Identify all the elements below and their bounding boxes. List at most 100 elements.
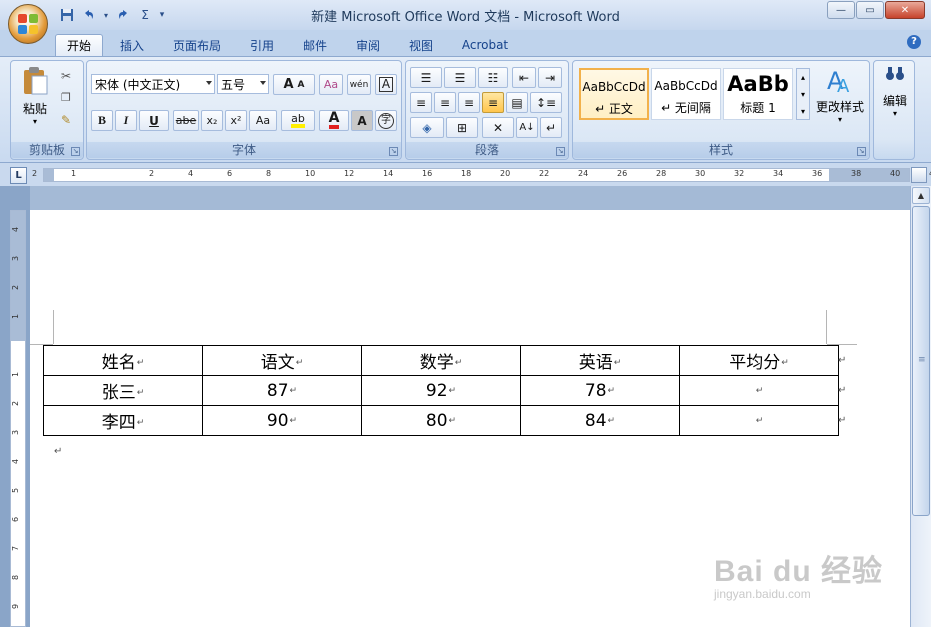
table-cell[interactable]: ↵ (679, 375, 839, 406)
format-painter-icon[interactable]: ✎ (61, 113, 71, 127)
styles-group-label: 样式 (573, 142, 869, 158)
style-heading-1[interactable]: AaBb 标题 1 (723, 68, 793, 120)
tab-selector[interactable]: L (10, 167, 27, 184)
tab-home[interactable]: 开始 (55, 34, 103, 56)
grip-icon: ≡ (918, 355, 926, 365)
shading-button[interactable]: ◈ (410, 117, 444, 138)
justify-button[interactable]: ≡ (482, 92, 504, 113)
paste-button[interactable]: 粘贴 ▾ (17, 65, 53, 131)
table-cell[interactable]: ↵ (679, 405, 839, 436)
ruler-number: 12 (344, 169, 355, 178)
change-case-button[interactable]: Aa (249, 110, 277, 131)
ruler-number: 14 (383, 169, 394, 178)
font-color-button[interactable]: A (319, 110, 349, 131)
font-size-select[interactable]: 五号 (217, 74, 269, 94)
table-header-cell[interactable]: 平均分↵ (679, 345, 839, 376)
vruler-number: 7 (11, 545, 21, 552)
tab-acrobat[interactable]: Acrobat (452, 34, 518, 56)
scroll-up-button[interactable]: ▲ (912, 187, 930, 204)
increase-indent-button[interactable]: ⇥ (538, 67, 562, 88)
table-header-cell[interactable]: 数学↵ (361, 345, 521, 376)
help-icon[interactable]: ? (907, 35, 921, 49)
bullets-button[interactable]: ☰ (410, 67, 442, 88)
styles-launcher-icon[interactable]: ↘ (857, 147, 866, 156)
italic-button[interactable]: I (115, 110, 137, 131)
multilevel-list-button[interactable]: ☷ (478, 67, 508, 88)
grow-shrink-font-button[interactable]: AA (273, 74, 315, 95)
styles-scroll[interactable]: ▴ ▾ ▾ (796, 68, 810, 120)
align-left-button[interactable]: ≡ (410, 92, 432, 113)
vruler-number: 5 (11, 487, 21, 494)
bullets-icon: ☰ (420, 70, 432, 85)
phonetic-icon: wén (349, 79, 369, 90)
data-table[interactable]: 姓名↵ 语文↵ 数学↵ 英语↵ 平均分↵ 张三↵ 87↵ 92↵ 78↵ ↵ 李… (43, 345, 839, 436)
bold-button[interactable]: B (91, 110, 113, 131)
vertical-ruler[interactable]: 4 3 2 1 1 2 3 4 5 6 7 8 9 (10, 210, 26, 627)
char-shading-button[interactable]: A (351, 110, 373, 131)
scroll-thumb[interactable]: ≡ (912, 206, 930, 516)
tab-view[interactable]: 视图 (399, 34, 443, 56)
highlight-button[interactable]: ab (281, 110, 315, 131)
ruler-number: 32 (734, 169, 745, 178)
font-group-label: 字体 (87, 142, 401, 158)
borders-icon: ⊞ (456, 120, 468, 135)
char-shading-icon: A (357, 113, 367, 128)
table-header-cell[interactable]: 语文↵ (202, 345, 362, 376)
font-name-select[interactable]: 宋体 (中文正文) (91, 74, 215, 94)
enclose-char-button[interactable]: 字 (375, 110, 397, 131)
table-cell[interactable]: 80↵ (361, 405, 521, 436)
vertical-scrollbar[interactable]: ▲ ≡ (910, 186, 931, 627)
close-button[interactable]: ✕ (885, 1, 925, 19)
underline-button[interactable]: U (139, 110, 169, 131)
editing-button[interactable]: 编辑 ▾ (876, 65, 914, 135)
tab-insert[interactable]: 插入 (110, 34, 154, 56)
line-spacing-button[interactable]: ↕≡ (530, 92, 562, 113)
table-header-cell[interactable]: 英语↵ (520, 345, 680, 376)
highlight-icon: ab (291, 113, 305, 128)
phonetic-guide-button[interactable]: wén (347, 74, 371, 95)
tab-references[interactable]: 引用 (240, 34, 284, 56)
horizontal-ruler[interactable]: 2124681012141618202224262830323436384042 (32, 168, 931, 182)
table-cell[interactable]: 张三↵ (43, 375, 203, 406)
align-right-button[interactable]: ≡ (458, 92, 480, 113)
change-styles-button[interactable]: AA 更改样式 ▾ (813, 65, 867, 133)
font-launcher-icon[interactable]: ↘ (389, 147, 398, 156)
style-normal[interactable]: AaBbCcDd ↵ 正文 (579, 68, 649, 120)
view-ruler-button[interactable] (911, 167, 927, 183)
paragraph-group: ☰ ☰ ☷ ⇤ ⇥ ≡ ≡ ≡ ≡ ▤ ↕≡ ◈ ⊞ ✕ A↓ ↵ 段落 ↘ (405, 60, 569, 160)
strikethrough-button[interactable]: abe (173, 110, 199, 131)
decrease-indent-button[interactable]: ⇤ (512, 67, 536, 88)
clipboard-launcher-icon[interactable]: ↘ (71, 147, 80, 156)
minimize-button[interactable]: — (827, 1, 855, 19)
office-button[interactable] (8, 4, 48, 44)
char-border-icon: A (378, 77, 394, 92)
table-cell[interactable]: 87↵ (202, 375, 362, 406)
table-header-cell[interactable]: 姓名↵ (43, 345, 203, 376)
copy-icon[interactable]: ❐ (61, 91, 71, 104)
tab-page-layout[interactable]: 页面布局 (164, 34, 230, 56)
superscript-button[interactable]: x² (225, 110, 247, 131)
table-cell[interactable]: 84↵ (520, 405, 680, 436)
table-cell[interactable]: 李四↵ (43, 405, 203, 436)
cut-icon[interactable]: ✂ (61, 69, 71, 83)
style-no-spacing[interactable]: AaBbCcDd ↵ 无间隔 (651, 68, 721, 120)
sort-button[interactable]: A↓ (516, 117, 538, 138)
table-cell[interactable]: 78↵ (520, 375, 680, 406)
tab-mailings[interactable]: 邮件 (293, 34, 337, 56)
align-center-button[interactable]: ≡ (434, 92, 456, 113)
chinese-layout-button[interactable]: ✕ (482, 117, 514, 138)
table-cell[interactable]: 90↵ (202, 405, 362, 436)
line-spacing-icon: ↕≡ (535, 95, 557, 110)
distributed-button[interactable]: ▤ (506, 92, 528, 113)
char-border-button[interactable]: A (375, 74, 397, 95)
paragraph-launcher-icon[interactable]: ↘ (556, 147, 565, 156)
table-cell[interactable]: 92↵ (361, 375, 521, 406)
subscript-button[interactable]: x₂ (201, 110, 223, 131)
show-marks-button[interactable]: ↵ (540, 117, 562, 138)
row-end-mark: ↵ (838, 355, 847, 366)
clear-format-button[interactable]: Aa (319, 74, 343, 95)
borders-button[interactable]: ⊞ (446, 117, 478, 138)
tab-review[interactable]: 审阅 (346, 34, 390, 56)
numbering-button[interactable]: ☰ (444, 67, 476, 88)
maximize-button[interactable]: ▭ (856, 1, 884, 19)
